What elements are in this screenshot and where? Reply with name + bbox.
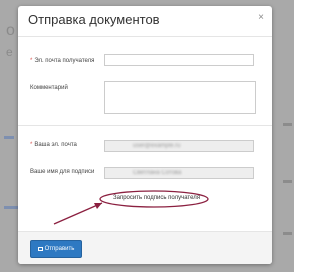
background-link-fragment (4, 136, 14, 139)
dialog-title: Отправка документов (28, 12, 160, 27)
request-signature-link[interactable]: Запросить подпись получателя (113, 195, 200, 201)
background-link-fragment (4, 206, 18, 209)
signer-name-value: Светлана Сотова (133, 170, 182, 176)
send-documents-dialog: Отправка документов × * Эл. почта получат… (18, 6, 272, 264)
send-button[interactable]: Отправить (30, 240, 82, 258)
your-email-input[interactable]: user@example.ru (104, 140, 254, 152)
comment-textarea[interactable] (104, 81, 256, 114)
recipient-email-label: * Эл. почта получателя (30, 58, 95, 64)
your-email-label: * Ваша эл. почта (30, 142, 77, 148)
close-icon[interactable]: × (258, 12, 264, 23)
envelope-icon (37, 247, 43, 251)
background-title-fragment: о (6, 22, 15, 39)
comment-label: Комментарий (30, 85, 68, 91)
background-text-fragment (283, 180, 292, 183)
send-button-label: Отправить (44, 246, 75, 252)
form-divider (18, 125, 272, 126)
recipient-email-input[interactable] (104, 54, 254, 66)
signer-name-input[interactable]: Светлана Сотова (104, 167, 254, 179)
required-marker: * (30, 58, 33, 64)
background-text-fragment (283, 123, 292, 126)
dialog-header: Отправка документов × (18, 6, 272, 37)
dialog-footer: Отправить (18, 231, 272, 264)
background-text-fragment (283, 232, 292, 235)
signer-name-label: Ваше имя для подписи (30, 169, 95, 175)
background-subtitle-fragment: е (6, 45, 13, 59)
required-marker: * (30, 142, 33, 148)
your-email-value: user@example.ru (133, 143, 181, 149)
